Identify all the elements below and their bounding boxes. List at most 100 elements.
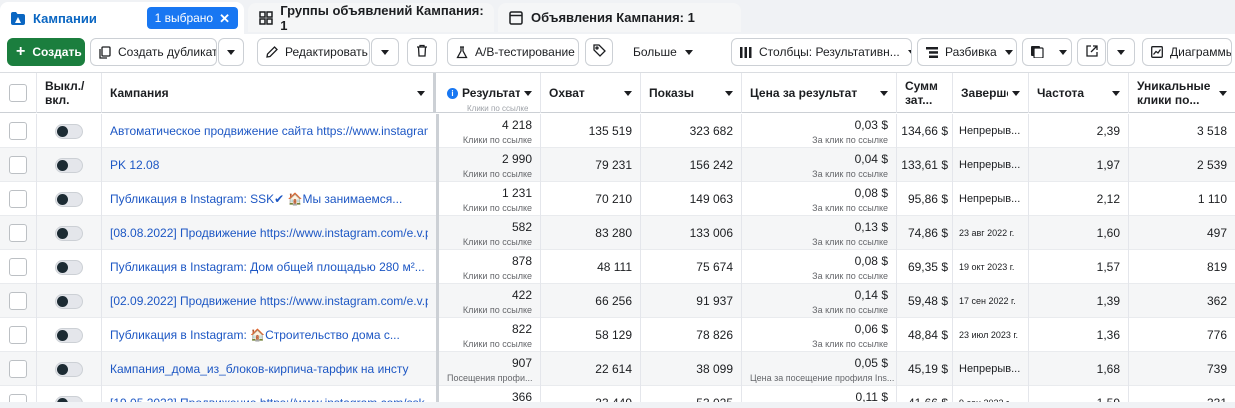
campaign-toggle[interactable]	[55, 259, 83, 275]
col-reach[interactable]: Охват	[541, 73, 641, 113]
campaign-name-link[interactable]: [02.09.2022] Продвижение https://www.ins…	[110, 284, 428, 318]
spent-cell: 59,48 $	[897, 284, 953, 318]
row-select-cell	[0, 284, 37, 318]
campaign-name-link[interactable]: Публикация в Instagram: 🏠Строительство д…	[110, 318, 428, 352]
table-row[interactable]: Кампания_дома_из_блоков-кирпича-тарфик н…	[0, 352, 1235, 386]
row-checkbox[interactable]	[9, 292, 27, 310]
select-all-checkbox[interactable]	[9, 84, 27, 102]
row-checkbox[interactable]	[9, 190, 27, 208]
table-row[interactable]: Публикация в Instagram: 🏠Строительство д…	[0, 318, 1235, 352]
col-impressions[interactable]: Показы	[641, 73, 742, 113]
cpr-value: 0,13 $	[854, 220, 888, 234]
unique-clicks-cell: 776	[1206, 328, 1227, 342]
more-button[interactable]: Больше	[624, 38, 694, 66]
campaign-toggle[interactable]	[55, 157, 83, 173]
campaign-toggle[interactable]	[55, 191, 83, 207]
sort-icon[interactable]	[1219, 90, 1227, 96]
ab-test-button[interactable]: A/B-тестирование	[447, 38, 579, 66]
export-button[interactable]	[1077, 38, 1106, 66]
chart-icon	[1151, 45, 1163, 59]
row-checkbox[interactable]	[9, 326, 27, 344]
result-type: Клики по ссылке	[462, 271, 532, 281]
row-checkbox[interactable]	[9, 122, 27, 140]
sort-icon[interactable]	[524, 90, 532, 96]
table-row[interactable]: [02.09.2022] Продвижение https://www.ins…	[0, 284, 1235, 318]
sort-icon[interactable]	[725, 90, 733, 96]
reach-cell: 70 210	[541, 182, 641, 216]
result-header-ghost: Клики по ссылке	[467, 105, 529, 113]
sort-icon[interactable]	[880, 90, 888, 96]
col-ends[interactable]: Заверше	[953, 73, 1029, 113]
sort-icon[interactable]	[1112, 90, 1120, 96]
delete-button[interactable]	[407, 38, 437, 66]
chevron-down-icon	[1004, 49, 1013, 55]
col-unique-clicks[interactable]: Уникальные клики по...	[1129, 73, 1235, 113]
tag-button[interactable]	[585, 38, 613, 66]
sort-icon[interactable]	[417, 90, 425, 96]
col-frequency[interactable]: Частота	[1029, 73, 1129, 113]
col-campaign[interactable]: Кампания	[102, 73, 436, 113]
cpr-type: За клик по ссылке	[812, 271, 888, 281]
table-row[interactable]: Публикация в Instagram: Дом общей площад…	[0, 250, 1235, 284]
export-dropdown[interactable]	[1107, 38, 1135, 66]
reach-cell: 79 231	[541, 148, 641, 182]
col-onoff[interactable]: Выкл./вкл.	[37, 73, 102, 113]
cpr-value: 0,08 $	[854, 254, 888, 268]
edit-label: Редактировать	[285, 45, 368, 59]
edit-button[interactable]: Редактировать	[257, 38, 370, 66]
campaign-name-link[interactable]: Публикация в Instagram: SSK✔ 🏠Мы занимае…	[110, 182, 428, 216]
horizontal-scrollbar[interactable]	[0, 402, 1235, 408]
edit-dropdown[interactable]	[371, 38, 399, 66]
close-icon[interactable]: ✕	[219, 12, 230, 25]
row-checkbox[interactable]	[9, 258, 27, 276]
campaign-toggle[interactable]	[55, 327, 83, 343]
campaign-name-link[interactable]: [08.08.2022] Продвижение https://www.ins…	[110, 216, 428, 250]
toggle-knob	[57, 329, 68, 341]
tab-adsets[interactable]: Группы объявлений Кампания: 1	[248, 3, 494, 33]
sort-icon[interactable]	[624, 90, 632, 96]
campaign-toggle[interactable]	[55, 123, 83, 139]
impressions-cell: 149 063	[641, 182, 742, 216]
row-checkbox[interactable]	[9, 156, 27, 174]
ab-test-label: A/B-тестирование	[475, 45, 575, 59]
duplicate-dropdown[interactable]	[218, 38, 244, 66]
pencil-icon	[266, 45, 278, 59]
tab-campaigns[interactable]: Кампании 1 выбрано ✕	[0, 2, 244, 34]
charts-button[interactable]: Диаграммы	[1142, 38, 1232, 66]
campaign-name-link[interactable]: PK 12.08	[110, 148, 428, 182]
impressions-cell: 133 006	[641, 216, 742, 250]
table-row[interactable]: Публикация в Instagram: SSK✔ 🏠Мы занимае…	[0, 182, 1235, 216]
columns-button[interactable]: Столбцы: Результативн...	[731, 38, 912, 66]
tab-ads[interactable]: Объявления Кампания: 1	[498, 3, 741, 32]
columns-icon	[740, 45, 752, 59]
sort-icon[interactable]	[1012, 90, 1020, 96]
table-row[interactable]: PK 12.08 2 990 Клики по ссылке 79 231 156 24…	[0, 148, 1235, 182]
table-row[interactable]: [08.08.2022] Продвижение https://www.ins…	[0, 216, 1235, 250]
row-checkbox[interactable]	[9, 360, 27, 378]
info-icon[interactable]: i	[447, 87, 458, 99]
grid-icon	[258, 10, 273, 26]
result-value: 422	[511, 288, 532, 302]
row-select-cell	[0, 182, 37, 216]
table-body: Автоматическое продвижение сайта https:/…	[0, 114, 1235, 408]
col-spent[interactable]: Сумм зат...	[897, 73, 953, 113]
duplicate-button[interactable]: Создать дубликат	[90, 38, 217, 66]
campaign-name-link[interactable]: Автоматическое продвижение сайта https:/…	[110, 114, 428, 148]
campaign-toggle[interactable]	[55, 225, 83, 241]
reports-button[interactable]	[1022, 38, 1072, 66]
table-row[interactable]: Автоматическое продвижение сайта https:/…	[0, 114, 1235, 148]
create-button[interactable]: + Создать	[7, 38, 85, 66]
breakdown-button[interactable]: Разбивка	[917, 38, 1017, 66]
campaign-name-link[interactable]: Публикация в Instagram: Дом общей площад…	[110, 250, 428, 284]
campaign-name-link[interactable]: Кампания_дома_из_блоков-кирпича-тарфик н…	[110, 352, 428, 386]
selected-badge[interactable]: 1 выбрано ✕	[146, 7, 238, 29]
frequency-cell: 1,97	[1029, 148, 1129, 182]
campaign-toggle[interactable]	[55, 293, 83, 309]
col-cost-per-result[interactable]: Цена за результат	[742, 73, 897, 113]
cost-per-result-cell: 0,03 $ За клик по ссылке	[742, 114, 897, 148]
result-type: Клики по ссылке	[462, 237, 532, 247]
row-checkbox[interactable]	[9, 224, 27, 242]
toggle-knob	[57, 363, 68, 375]
row-toggle-cell	[37, 318, 102, 352]
campaign-toggle[interactable]	[55, 361, 83, 377]
